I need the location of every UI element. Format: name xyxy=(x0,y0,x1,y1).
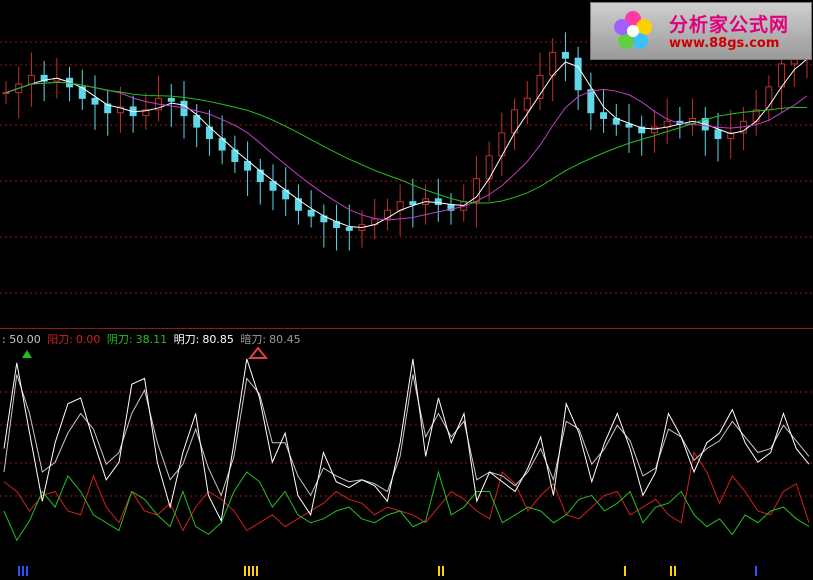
candle-body xyxy=(434,198,442,206)
flower-logo-icon xyxy=(614,11,652,49)
signal-bar xyxy=(22,566,24,576)
candle-body xyxy=(600,112,608,119)
signal-bar xyxy=(244,566,246,576)
ma-long-line xyxy=(5,81,808,204)
candle-body xyxy=(549,51,557,76)
candle-body xyxy=(2,92,10,95)
candle-body xyxy=(294,198,302,211)
candle-body xyxy=(27,74,35,85)
logo-title: 分析家公式网 xyxy=(669,14,790,36)
candle-body xyxy=(574,57,582,91)
signal-bar xyxy=(670,566,672,576)
signal-bar xyxy=(674,566,676,576)
series-line-暗刀 xyxy=(3,374,810,497)
candle-body xyxy=(269,181,277,191)
ma-mid-line xyxy=(5,81,808,221)
buy-signal-icon xyxy=(22,350,32,358)
signal-bar xyxy=(438,566,440,576)
signal-bar xyxy=(248,566,250,576)
logo-url: www.88gs.com xyxy=(669,36,780,51)
sell-signal-icon xyxy=(247,346,269,359)
candle-body xyxy=(625,123,633,128)
candle-body xyxy=(78,86,86,99)
candle-body xyxy=(167,97,175,102)
site-logo[interactable]: 分析家公式网 www.88gs.com xyxy=(590,2,812,60)
candle-body xyxy=(409,201,417,206)
indicator-chart xyxy=(0,346,813,576)
signal-bar xyxy=(256,566,258,576)
candle-body xyxy=(91,97,99,105)
signal-bar xyxy=(442,566,444,576)
candle-body xyxy=(561,51,569,59)
candle-body xyxy=(307,209,315,217)
signal-bar xyxy=(624,566,626,576)
signal-bar xyxy=(26,566,28,576)
signal-bar xyxy=(252,566,254,576)
candle-body xyxy=(714,129,722,140)
ma-short-line xyxy=(5,58,808,229)
signal-bar xyxy=(755,566,757,576)
candle-body xyxy=(256,169,264,183)
candle-body xyxy=(523,97,531,111)
candle-body xyxy=(650,126,658,134)
candle-body xyxy=(587,89,595,114)
panel-separator xyxy=(0,328,813,329)
signal-bar xyxy=(18,566,20,576)
candle-body xyxy=(345,227,353,231)
chart-window: : 50.00 阳刀: 0.00 阴刀: 38.11 明刀: 80.85 暗刀: 80.… xyxy=(0,0,813,580)
